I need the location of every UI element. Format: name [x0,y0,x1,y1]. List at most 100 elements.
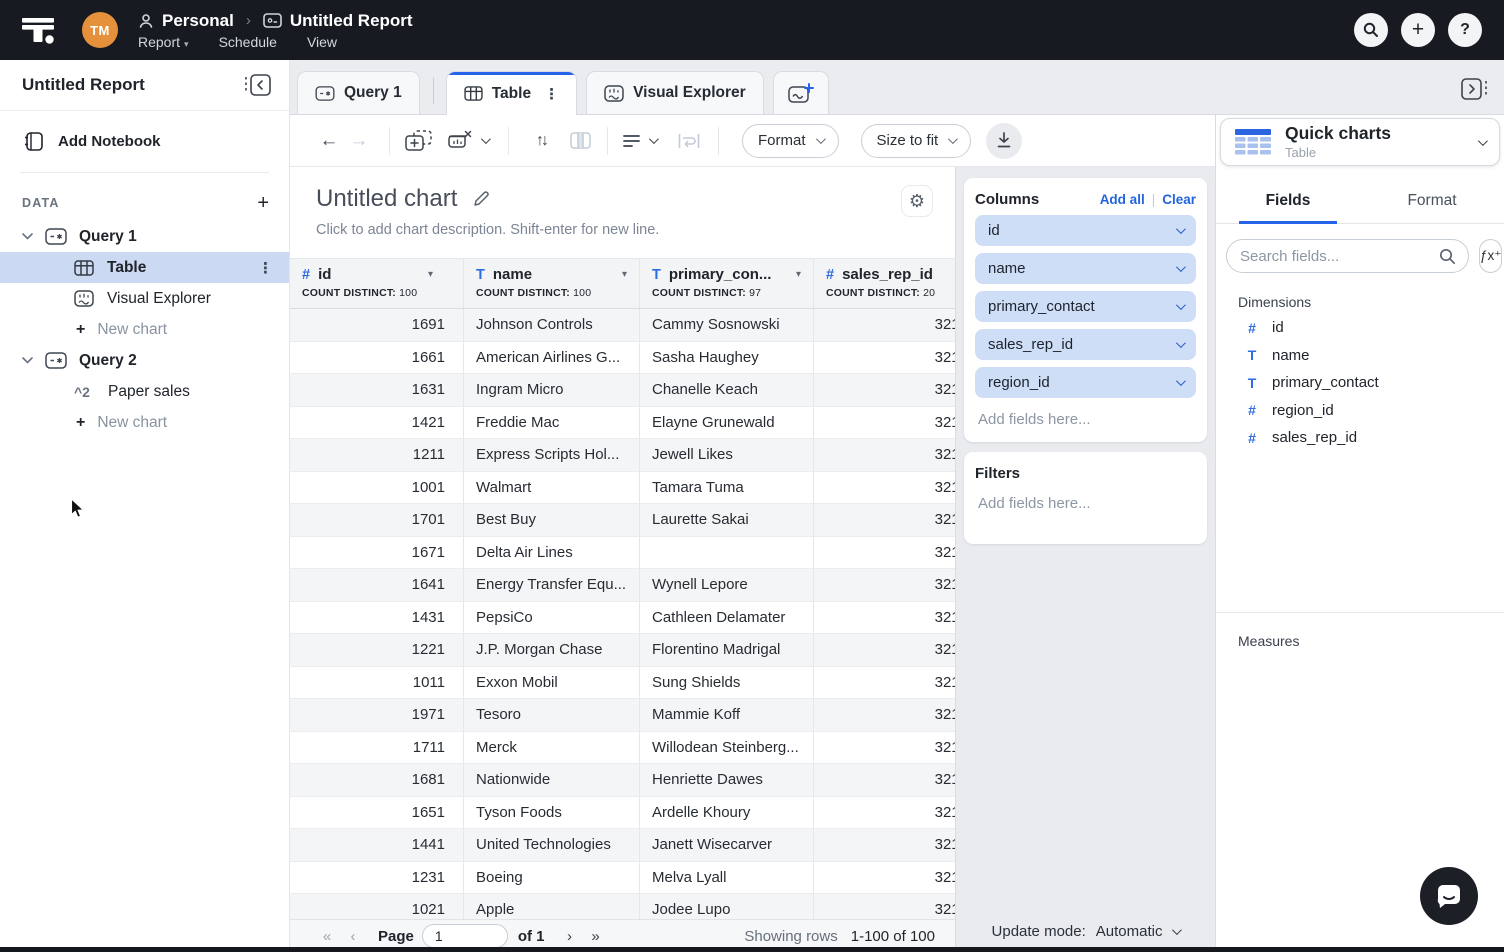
table-row[interactable]: 1231 Boeing Melva Lyall 3215 [290,862,955,895]
clear-link[interactable]: Clear [1162,192,1196,207]
search-button[interactable] [1354,13,1388,47]
column-field-pill[interactable]: region_id [975,367,1196,398]
column-header-sales-rep-id[interactable]: #sales_rep_id▾ COUNT DISTINCT: 20 [814,259,955,308]
prev-page-button[interactable]: ‹ [340,928,366,945]
mode-logo-icon[interactable] [20,12,56,48]
column-field-pill[interactable]: sales_rep_id [975,329,1196,360]
breadcrumb-workspace[interactable]: Personal [162,11,234,31]
sidebar-item-new-chart-1[interactable]: + New chart [0,314,289,345]
table-row[interactable]: 1691 Johnson Controls Cammy Sosnowski 32… [290,309,955,342]
remove-chart-button[interactable] [448,130,488,151]
dimension-field[interactable]: # id [1216,314,1504,342]
download-button[interactable] [986,123,1022,159]
table-row[interactable]: 1021 Apple Jodee Lupo 3215 [290,894,955,919]
column-field-pill[interactable]: primary_contact [975,291,1196,322]
query-icon [45,228,67,245]
first-page-button[interactable]: « [314,928,340,945]
dimension-field[interactable]: # region_id [1216,397,1504,425]
add-formula-button[interactable]: ƒx⁺ [1479,239,1502,273]
table-row[interactable]: 1221 J.P. Morgan Chase Florentino Madrig… [290,634,955,667]
dimension-field[interactable]: T primary_contact [1216,369,1504,397]
add-cell-button[interactable] [405,130,432,151]
table-row[interactable]: 1441 United Technologies Janett Wisecarv… [290,829,955,862]
cell-sales-rep-id: 3215 [814,602,955,634]
collapse-right-panel-icon[interactable] [1461,78,1488,100]
cell-sales-rep-id: 3215 [814,407,955,439]
table-row[interactable]: 1651 Tyson Foods Ardelle Khoury 3215 [290,797,955,830]
tab-fields[interactable]: Fields [1216,179,1360,223]
search-fields-box[interactable] [1226,239,1469,273]
column-header-primary-contact[interactable]: Tprimary_con...▾ COUNT DISTINCT: 97 [640,259,814,308]
table-row[interactable]: 1211 Express Scripts Hol... Jewell Likes… [290,439,955,472]
column-field-pill[interactable]: id [975,215,1196,246]
avatar[interactable]: TM [82,12,118,48]
breadcrumb: Personal › Untitled Report [138,11,413,31]
wrap-text-button[interactable] [678,133,700,149]
table-options-kebab-icon[interactable]: ⋮ [258,259,273,277]
table-row[interactable]: 1641 Energy Transfer Equ... Wynell Lepor… [290,569,955,602]
sort-caret-icon[interactable]: ▾ [622,269,627,280]
sidebar-item-new-chart-2[interactable]: + New chart [0,407,289,438]
table-row[interactable]: 1701 Best Buy Laurette Sakai 3215 [290,504,955,537]
filters-dropzone-placeholder[interactable]: Add fields here... [975,482,1196,514]
chart-title[interactable]: Untitled chart [316,185,457,213]
help-button[interactable]: ? [1448,13,1482,47]
chat-support-button[interactable] [1420,867,1478,925]
undo-button[interactable]: ← [314,130,344,152]
table-row[interactable]: 1011 Exxon Mobil Sung Shields 3215 [290,667,955,700]
sidebar-item-query2[interactable]: Query 2 [0,345,289,376]
quick-charts-selector[interactable]: Quick charts Table [1220,118,1500,166]
add-notebook-button[interactable]: Add Notebook [24,131,289,152]
search-fields-input[interactable] [1240,248,1439,265]
align-button[interactable] [623,134,656,148]
sidebar-item-query1[interactable]: Query 1 [0,221,289,252]
sort-caret-icon[interactable]: ▾ [796,269,801,280]
next-page-button[interactable]: › [557,928,583,945]
sidebar-item-paper-sales[interactable]: ^2 Paper sales [0,376,289,407]
table-row[interactable]: 1421 Freddie Mac Elayne Grunewald 3215 [290,407,955,440]
tab-table[interactable]: Table ⋮ [446,71,577,115]
cell-id: 1691 [290,309,464,341]
collapse-left-panel-icon[interactable] [244,74,271,96]
menu-schedule[interactable]: Schedule [219,34,277,50]
breadcrumb-report[interactable]: Untitled Report [290,11,413,31]
menu-view[interactable]: View [307,34,337,50]
chart-description-placeholder[interactable]: Click to add chart description. Shift-en… [316,222,929,238]
column-header-name[interactable]: Tname▾ COUNT DISTINCT: 100 [464,259,640,308]
table-row[interactable]: 1661 American Airlines G... Sasha Haughe… [290,342,955,375]
table-row[interactable]: 1431 PepsiCo Cathleen Delamater 3215 [290,602,955,635]
tab-table-kebab-icon[interactable]: ⋮ [544,85,559,103]
menu-report[interactable]: Report▾ [138,34,189,50]
column-field-pill[interactable]: name [975,253,1196,284]
dimension-field[interactable]: # sales_rep_id [1216,424,1504,452]
update-mode-value[interactable]: Automatic [1096,923,1163,940]
table-row[interactable]: 1681 Nationwide Henriette Dawes 3215 [290,764,955,797]
chart-settings-button[interactable]: ⚙ [901,185,933,217]
page-number-input[interactable] [422,924,508,948]
add-data-button[interactable]: + [257,193,269,213]
create-button[interactable]: + [1401,13,1435,47]
column-settings-button[interactable] [570,132,591,149]
last-page-button[interactable]: » [583,928,609,945]
column-header-id[interactable]: #id▾ COUNT DISTINCT: 100 [290,259,464,308]
tab-format[interactable]: Format [1360,179,1504,223]
edit-pencil-icon[interactable] [472,190,490,208]
table-row[interactable]: 1001 Walmart Tamara Tuma 3215 [290,472,955,505]
table-row[interactable]: 1971 Tesoro Mammie Koff 3215 [290,699,955,732]
columns-dropzone-placeholder[interactable]: Add fields here... [975,398,1196,430]
sort-button[interactable]: ↑↓ [524,132,558,150]
table-row[interactable]: 1631 Ingram Micro Chanelle Keach 3215 [290,374,955,407]
redo-button[interactable]: → [344,130,374,152]
sidebar-item-table[interactable]: Table ⋮ [0,252,289,283]
size-to-fit-button[interactable]: Size to fit [861,124,972,158]
dimension-field[interactable]: T name [1216,342,1504,370]
add-all-link[interactable]: Add all [1100,192,1145,207]
format-button[interactable]: Format [742,124,839,158]
table-row[interactable]: 1711 Merck Willodean Steinberg... 3215 [290,732,955,765]
tab-query1[interactable]: Query 1 [297,71,420,114]
new-chart-tab-button[interactable] [773,71,829,114]
sort-caret-icon[interactable]: ▾ [428,269,433,280]
table-row[interactable]: 1671 Delta Air Lines 3215 [290,537,955,570]
tab-visual-explorer[interactable]: Visual Explorer [586,71,764,114]
sidebar-item-visual-explorer[interactable]: Visual Explorer [0,283,289,314]
